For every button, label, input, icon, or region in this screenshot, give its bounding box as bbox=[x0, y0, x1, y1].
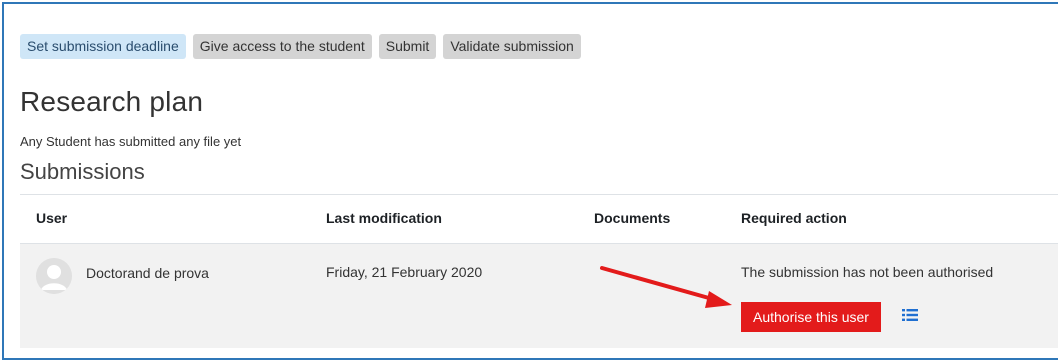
status-message: Any Student has submitted any file yet bbox=[20, 134, 242, 149]
submit-button[interactable]: Submit bbox=[378, 34, 437, 59]
set-deadline-button[interactable]: Set submission deadline bbox=[20, 34, 186, 59]
column-header-user[interactable]: User bbox=[36, 210, 67, 226]
list-icon[interactable] bbox=[902, 308, 918, 327]
page-title: Research plan bbox=[20, 86, 204, 117]
table-row: Doctorand de prova Friday, 21 February 2… bbox=[20, 244, 1058, 348]
last-modification-date: Friday, 21 February 2020 bbox=[326, 264, 483, 280]
column-header-required-action[interactable]: Required action bbox=[741, 210, 847, 226]
action-toolbar: Set submission deadline Give access to t… bbox=[20, 34, 581, 59]
authorise-user-button[interactable]: Authorise this user bbox=[741, 302, 881, 332]
column-header-documents[interactable]: Documents bbox=[594, 210, 670, 226]
user-avatar-icon[interactable] bbox=[36, 258, 72, 294]
user-name-link[interactable]: Doctorand de prova bbox=[86, 265, 209, 281]
give-access-button[interactable]: Give access to the student bbox=[192, 34, 372, 59]
required-action-text: The submission has not been authorised bbox=[741, 264, 994, 280]
section-title: Submissions bbox=[20, 159, 145, 184]
column-header-last-modification[interactable]: Last modification bbox=[326, 210, 442, 226]
validate-submission-button[interactable]: Validate submission bbox=[443, 34, 581, 59]
main-content-panel: Set submission deadline Give access to t… bbox=[2, 2, 1058, 360]
table-header: User Last modification Documents Require… bbox=[20, 194, 1058, 245]
